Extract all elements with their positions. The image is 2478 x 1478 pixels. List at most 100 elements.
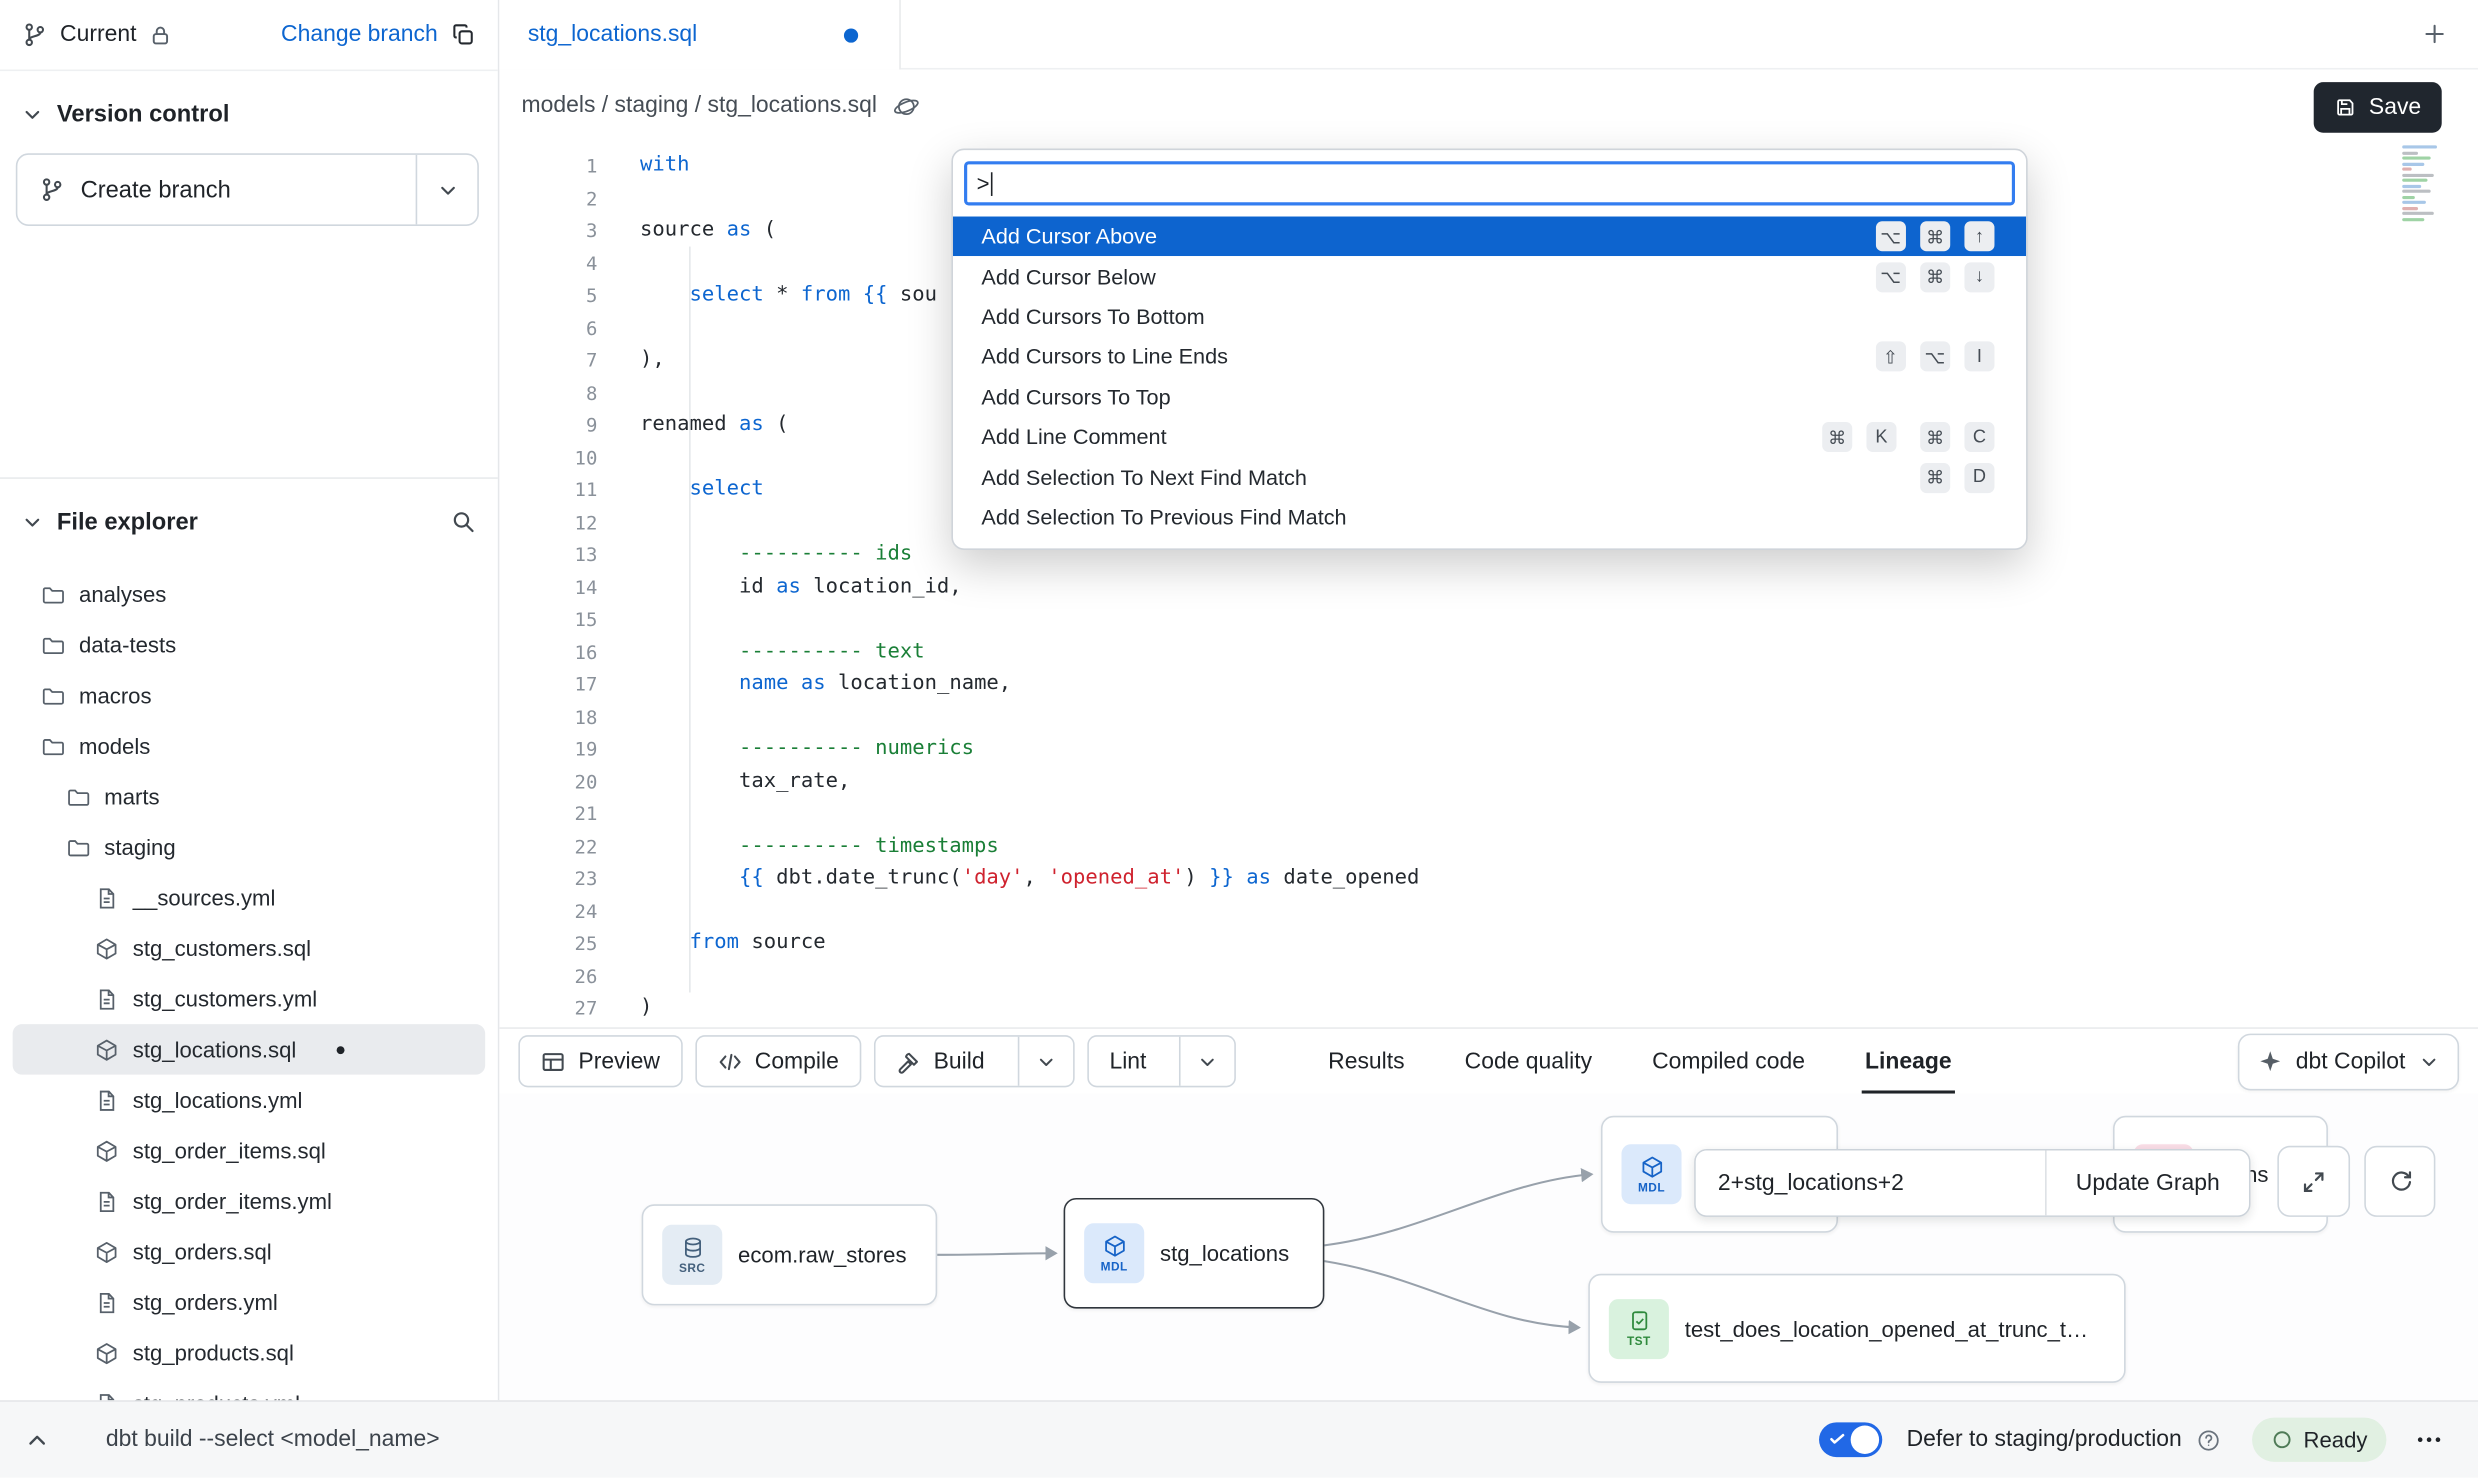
table-icon [540,1049,565,1074]
file-stg_locations.yml[interactable]: stg_locations.yml [13,1075,486,1126]
key-group: ⌘K [1822,422,1896,452]
status-badge[interactable]: Ready [2251,1418,2386,1462]
docs-orbit-icon[interactable] [893,92,920,119]
key-⌥: ⌥ [1876,222,1906,252]
folder-icon [66,785,90,809]
file-staging[interactable]: staging [13,822,486,873]
line-number: 11 [499,474,597,506]
lineage-panel[interactable]: SRC ecom.raw_stores MDL stg_locations [499,1094,2478,1401]
code-line [640,895,2478,927]
lint-dropdown[interactable] [1180,1037,1235,1086]
model-file-icon [95,936,119,960]
key-group: ⇧⌥I [1876,342,1995,372]
version-control-header[interactable]: Version control [0,87,498,141]
tab-results[interactable]: Results [1328,1029,1404,1094]
line-number-gutter: 1234567891011121314151617181920212223242… [499,142,597,1027]
file-models[interactable]: models [13,721,486,772]
cli-command[interactable]: dbt build --select <model_name> [106,1427,440,1452]
command-item[interactable]: Add Cursor Below⌥⌘↓ [953,257,2026,297]
file-__sources.yml[interactable]: __sources.yml [13,872,486,923]
key-group: ⌥⌘↑ [1876,222,1995,252]
tab-code-quality[interactable]: Code quality [1465,1029,1592,1094]
build-button[interactable]: Build [874,1035,1075,1087]
node-stg-locations[interactable]: MDL stg_locations [1064,1198,1325,1309]
version-control-section: Version control Create branch [0,87,498,479]
command-item[interactable]: Add Cursors To Bottom [953,297,2026,337]
line-number: 27 [499,992,597,1024]
compile-button[interactable]: Compile [695,1035,861,1087]
file-analyses[interactable]: analyses [13,569,486,620]
tab-stg-locations[interactable]: stg_locations.sql [499,0,900,70]
git-branch-icon [22,22,47,47]
code-line: ) [640,992,2478,1024]
lineage-selector-input[interactable]: 2+stg_locations+2 [1696,1151,2045,1216]
file-tree: analysesdata-testsmacrosmodelsmartsstagi… [0,569,498,1429]
lint-main[interactable]: Lint [1089,1037,1167,1086]
fullscreen-button[interactable] [2277,1146,2350,1217]
command-item[interactable]: Add Cursors to Line Ends⇧⌥I [953,337,2026,377]
file-data-tests[interactable]: data-tests [13,620,486,671]
command-item[interactable]: Add Selection To Next Find Match⌘D [953,457,2026,497]
file-explorer-header[interactable]: File explorer [0,495,498,549]
chevron-up-icon[interactable] [25,1428,49,1452]
refresh-button[interactable] [2364,1146,2435,1217]
code-line: name as location_name, [640,669,2478,701]
line-number: 21 [499,798,597,830]
command-shortcut: ⇧⌥I [1876,342,1995,372]
search-icon[interactable] [450,509,475,534]
create-branch-button[interactable]: Create branch [16,153,479,226]
command-palette-input[interactable]: > [964,161,2015,205]
command-item[interactable]: Add Line Comment⌘K⌘C [953,417,2026,457]
file-stg_customers.sql[interactable]: stg_customers.sql [13,923,486,974]
compile-label: Compile [755,1049,839,1074]
key-⌘: ⌘ [1920,222,1950,252]
key-↓: ↓ [1964,262,1994,292]
command-item[interactable]: Add Selection To Previous Find Match [953,497,2026,537]
preview-button[interactable]: Preview [518,1035,682,1087]
file-stg_order_items.sql[interactable]: stg_order_items.sql [13,1125,486,1176]
dbt-copilot-button[interactable]: dbt Copilot [2237,1033,2459,1090]
overflow-menu-button[interactable] [2415,1426,2443,1454]
key-⌥: ⌥ [1920,342,1950,372]
code-line: ---------- numerics [640,733,2478,765]
line-number: 19 [499,733,597,765]
update-graph-button[interactable]: Update Graph [2045,1151,2249,1216]
file-stg_products.sql[interactable]: stg_products.sql [13,1328,486,1379]
node-badge: MDL [1638,1180,1665,1194]
save-label: Save [2369,95,2421,120]
model-node-icon: MDL [1621,1144,1681,1204]
build-main[interactable]: Build [875,1037,1005,1086]
change-branch-link[interactable]: Change branch [281,22,438,47]
file-stg_orders.yml[interactable]: stg_orders.yml [13,1277,486,1328]
file-stg_customers.yml[interactable]: stg_customers.yml [13,974,486,1025]
file-stg_locations.sql[interactable]: stg_locations.sql [13,1024,486,1075]
chevron-down-icon [2420,1052,2439,1071]
command-label: Add Selection To Previous Find Match [981,506,1346,530]
file-stg_orders.sql[interactable]: stg_orders.sql [13,1226,486,1277]
file-macros[interactable]: macros [13,670,486,721]
tab-lineage[interactable]: Lineage [1865,1029,1952,1094]
create-branch-dropdown[interactable] [416,155,478,225]
command-item[interactable]: Add Cursors To Top [953,377,2026,417]
node-ecom-raw-stores[interactable]: SRC ecom.raw_stores [642,1204,938,1305]
file-marts[interactable]: marts [13,771,486,822]
lint-label: Lint [1109,1049,1146,1074]
file-label: stg_order_items.sql [133,1138,326,1163]
new-tab-button[interactable] [2423,22,2447,46]
build-dropdown[interactable] [1018,1037,1073,1086]
save-button[interactable]: Save [2314,82,2442,133]
command-item[interactable]: Add Cursor Above⌥⌘↑ [953,217,2026,257]
node-test[interactable]: TST test_does_location_opened_at_trunc_t… [1588,1274,2125,1383]
dbt-ide: Current Change branch Version contr [0,0,2478,1478]
file-stg_order_items.yml[interactable]: stg_order_items.yml [13,1176,486,1227]
code-line: from source [640,928,2478,960]
tab-compiled-code[interactable]: Compiled code [1652,1029,1805,1094]
line-number: 13 [499,539,597,571]
compare-branch-icon[interactable] [450,22,475,47]
create-branch-main[interactable]: Create branch [17,155,415,225]
lint-button[interactable]: Lint [1087,1035,1236,1087]
minimap[interactable] [2402,145,2456,220]
command-label: Add Line Comment [981,425,1166,449]
help-icon[interactable] [2196,1428,2220,1452]
defer-toggle[interactable] [1820,1422,1883,1457]
